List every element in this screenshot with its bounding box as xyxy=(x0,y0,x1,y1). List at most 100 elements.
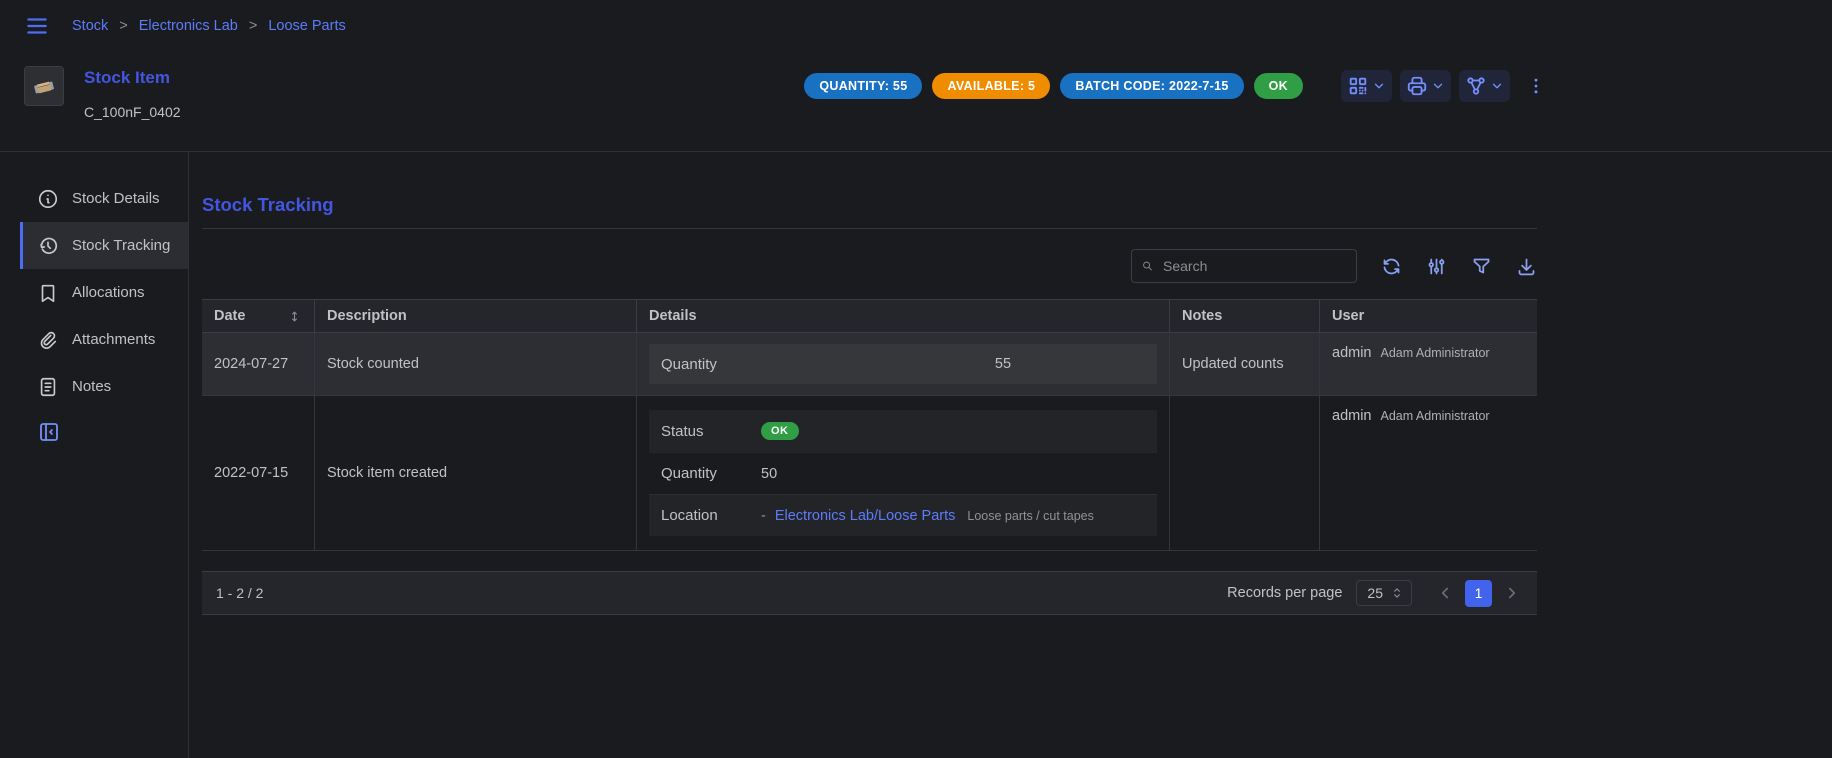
quantity-badge: QUANTITY: 55 xyxy=(804,73,922,99)
part-thumbnail[interactable] xyxy=(24,66,64,106)
sidebar-item-label: Attachments xyxy=(72,331,155,348)
detail-label: Quantity xyxy=(661,356,861,373)
cell-user: admin Adam Administrator xyxy=(1320,396,1537,550)
filter-button[interactable] xyxy=(1471,256,1492,277)
stock-tracking-table: Date Description Details Notes User 2024… xyxy=(202,299,1537,615)
sidebar-item-stock-tracking[interactable]: Stock Tracking xyxy=(20,222,188,269)
table-toolbar xyxy=(202,249,1537,283)
sidebar-item-label: Allocations xyxy=(72,284,145,301)
search-icon xyxy=(1142,257,1153,275)
page-subtitle: C_100nF_0402 xyxy=(84,104,181,120)
breadcrumb-link-loose-parts[interactable]: Loose Parts xyxy=(268,18,345,34)
cell-date: 2022-07-15 xyxy=(202,396,315,550)
menu-icon[interactable] xyxy=(24,13,50,39)
capacitor-image xyxy=(29,71,59,101)
location-link[interactable]: Electronics Lab/Loose Parts xyxy=(775,508,956,524)
detail-line-quantity: Quantity 55 xyxy=(649,344,1157,384)
sidebar-item-label: Notes xyxy=(72,378,111,395)
detail-label: Quantity xyxy=(661,465,761,482)
sidebar-item-attachments[interactable]: Attachments xyxy=(20,316,188,363)
stock-operations-icon xyxy=(1465,75,1487,97)
breadcrumb-separator: > xyxy=(249,18,257,34)
next-page-button[interactable] xyxy=(1501,582,1523,604)
detail-label: Location xyxy=(661,507,761,524)
table-header-row: Date Description Details Notes User xyxy=(202,299,1537,333)
cell-notes xyxy=(1170,396,1320,550)
location-detail: Loose parts / cut tapes xyxy=(967,509,1093,523)
refresh-button[interactable] xyxy=(1381,256,1402,277)
main-panel: Stock Tracking xyxy=(202,152,1537,758)
heading-divider xyxy=(202,228,1537,229)
available-badge: AVAILABLE: 5 xyxy=(932,73,1050,99)
user-fullname: Adam Administrator xyxy=(1381,409,1490,423)
paperclip-icon xyxy=(37,329,59,351)
page-header: Stock Item C_100nF_0402 QUANTITY: 55 AVA… xyxy=(0,52,1562,151)
column-label: Description xyxy=(327,308,407,324)
bookmark-icon xyxy=(37,282,59,304)
detail-line-location: Location - Electronics Lab/Loose Parts L… xyxy=(649,494,1157,536)
cell-date: 2024-07-27 xyxy=(202,333,315,395)
detail-line-status: Status OK xyxy=(649,410,1157,452)
column-label: Notes xyxy=(1182,308,1222,324)
chevron-down-icon xyxy=(1490,79,1504,93)
download-button[interactable] xyxy=(1516,256,1537,277)
stock-actions-button[interactable] xyxy=(1459,70,1510,102)
status-badge: OK xyxy=(1254,73,1303,99)
column-header-details[interactable]: Details xyxy=(637,300,1170,332)
notes-icon xyxy=(37,376,59,398)
column-header-notes[interactable]: Notes xyxy=(1170,300,1320,332)
more-actions-button[interactable] xyxy=(1522,72,1550,100)
records-per-page-select[interactable]: 25 xyxy=(1356,580,1412,606)
page-header-left: Stock Item C_100nF_0402 xyxy=(24,66,181,120)
chevron-right-icon xyxy=(1503,584,1521,602)
cell-notes: Updated counts xyxy=(1170,333,1320,395)
header-actions xyxy=(1341,70,1550,102)
sidebar-item-notes[interactable]: Notes xyxy=(20,363,188,410)
cell-user: admin Adam Administrator xyxy=(1320,333,1537,395)
page-title: Stock Item xyxy=(84,68,181,88)
app: Stock > Electronics Lab > Loose Parts xyxy=(0,0,1562,758)
sidebar-collapse-button[interactable] xyxy=(37,420,61,444)
column-header-description[interactable]: Description xyxy=(315,300,637,332)
download-icon xyxy=(1516,256,1537,277)
user-fullname: Adam Administrator xyxy=(1381,346,1490,360)
selector-icon xyxy=(1390,586,1404,600)
barcode-actions-button[interactable] xyxy=(1341,70,1392,102)
dots-vertical-icon xyxy=(1526,76,1546,96)
content: Stock Details Stock Tracking Allocations… xyxy=(0,152,1562,758)
page-titles: Stock Item C_100nF_0402 xyxy=(84,66,181,120)
sidebar-item-label: Stock Tracking xyxy=(72,237,170,254)
chevron-down-icon xyxy=(1372,79,1386,93)
adjustments-icon xyxy=(1426,256,1447,277)
detail-label: Status xyxy=(661,423,761,440)
previous-page-button[interactable] xyxy=(1434,582,1456,604)
sidebar-item-label: Stock Details xyxy=(72,190,160,207)
refresh-icon xyxy=(1381,256,1402,277)
printer-icon xyxy=(1406,75,1428,97)
column-label: Details xyxy=(649,308,697,324)
table-settings-button[interactable] xyxy=(1426,256,1447,277)
table-row[interactable]: 2024-07-27 Stock counted Quantity 55 Upd… xyxy=(202,333,1537,396)
cell-description: Stock item created xyxy=(315,396,637,550)
cell-details: Status OK Quantity 50 Location - Electro… xyxy=(637,396,1170,550)
search-box xyxy=(1131,249,1357,283)
search-input[interactable] xyxy=(1161,257,1346,275)
info-circle-icon xyxy=(37,188,59,210)
cell-details: Quantity 55 xyxy=(637,333,1170,395)
qrcode-icon xyxy=(1347,75,1369,97)
top-bar: Stock > Electronics Lab > Loose Parts xyxy=(0,0,1562,52)
sidebar-item-stock-details[interactable]: Stock Details xyxy=(20,175,188,222)
sidebar: Stock Details Stock Tracking Allocations… xyxy=(0,152,189,758)
table-row[interactable]: 2022-07-15 Stock item created Status OK … xyxy=(202,396,1537,551)
page-1-button[interactable]: 1 xyxy=(1465,580,1492,607)
print-actions-button[interactable] xyxy=(1400,70,1451,102)
status-ok-badge: OK xyxy=(761,422,799,440)
breadcrumb-link-stock[interactable]: Stock xyxy=(72,18,108,34)
column-header-date[interactable]: Date xyxy=(202,300,315,332)
sidebar-item-allocations[interactable]: Allocations xyxy=(20,269,188,316)
records-per-page-value: 25 xyxy=(1367,585,1383,601)
column-header-user[interactable]: User xyxy=(1320,300,1537,332)
detail-line-quantity: Quantity 50 xyxy=(649,452,1157,494)
breadcrumb-link-electronics-lab[interactable]: Electronics Lab xyxy=(139,18,238,34)
records-per-page-label: Records per page xyxy=(1227,585,1342,601)
